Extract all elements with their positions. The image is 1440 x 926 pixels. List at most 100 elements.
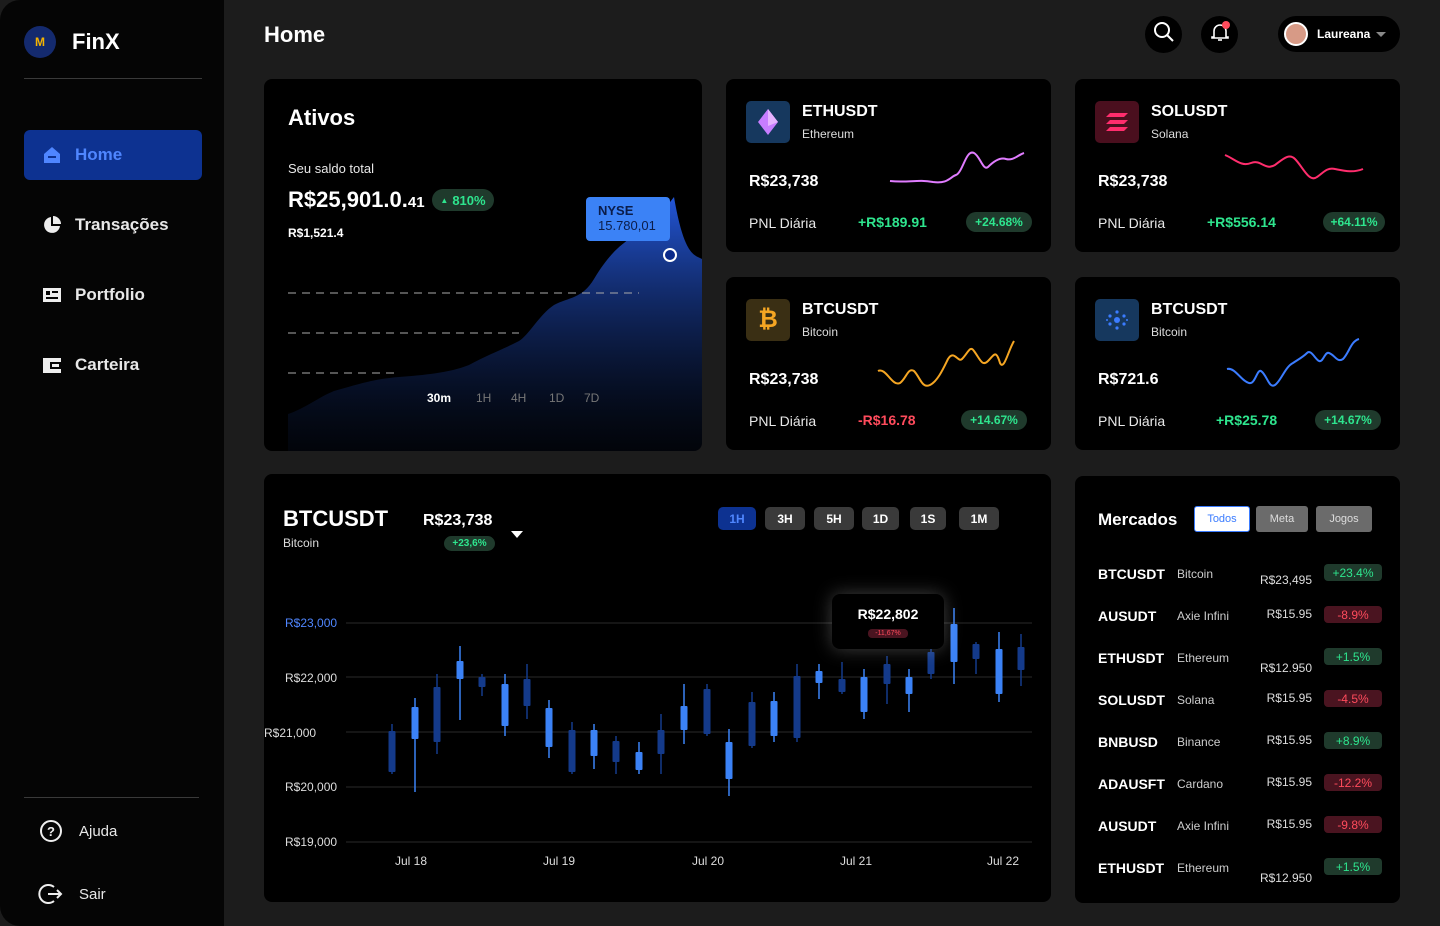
tf-1d[interactable]: 1D	[549, 391, 564, 405]
market-name: Ethereum	[1177, 861, 1230, 875]
coin-price: R$23,738	[1098, 173, 1168, 190]
candle-body	[568, 730, 576, 772]
pnl-value: -R$16.78	[858, 412, 916, 428]
coin-card-ethusdt[interactable]: ETHUSDT Ethereum R$23,738 PNL Diária +R$…	[726, 79, 1051, 252]
candle-body	[927, 652, 935, 674]
market-change: -4.5%	[1324, 690, 1382, 707]
market-row[interactable]: SOLUSDT Solana R$15.95 -4.5%	[1098, 684, 1388, 714]
candle-body	[748, 702, 756, 746]
pnl-label: PNL Diária	[749, 215, 817, 231]
logout-link[interactable]: Sair	[38, 881, 106, 907]
y-tick: R$19,000	[285, 835, 338, 849]
search-icon	[1153, 21, 1175, 48]
help-icon: ?	[38, 818, 64, 844]
candle-body	[883, 664, 891, 684]
filter-meta[interactable]: Meta	[1256, 506, 1308, 532]
market-name: Bitcoin	[1177, 567, 1214, 581]
pnl-label: PNL Diária	[1098, 413, 1166, 429]
pnl-percent: +24.68%	[966, 212, 1032, 232]
market-price: R$12.950	[1259, 661, 1312, 675]
market-row[interactable]: ETHUSDT Ethereum R$12.950 +1.5%	[1098, 852, 1388, 885]
y-tick: R$23,000	[285, 616, 338, 630]
x-tick: Jul 21	[840, 854, 873, 868]
coin-price: R$23,738	[749, 173, 819, 190]
market-price: R$15.95	[1266, 607, 1312, 621]
x-tick: Jul 20	[692, 854, 725, 868]
market-symbol: AUSUDT	[1098, 818, 1157, 834]
coin-name: Bitcoin	[1151, 325, 1188, 339]
y-tick: R$22,000	[285, 671, 338, 685]
market-change: +1.5%	[1324, 858, 1382, 875]
pnl-percent: +64.11%	[1323, 212, 1385, 232]
market-symbol: AUSUDT	[1098, 608, 1157, 624]
market-price: R$12.950	[1259, 871, 1312, 885]
user-menu[interactable]: Laureana	[1278, 16, 1400, 52]
market-price: R$15.95	[1266, 817, 1312, 831]
tf-1h[interactable]: 1H	[476, 391, 491, 405]
coin-card-btcusdt[interactable]: ₿ BTCUSDT Bitcoin R$23,738 PNL Diária -R…	[726, 277, 1051, 450]
candlestick-chart	[346, 608, 1032, 843]
sparkline	[1224, 154, 1364, 180]
candle-body	[793, 676, 801, 738]
logout-icon	[38, 881, 64, 907]
coin-symbol: BTCUSDT	[1151, 301, 1228, 318]
tf-30m[interactable]: 30m	[427, 391, 451, 405]
market-row[interactable]: ETHUSDT Ethereum R$12.950 +1.5%	[1098, 642, 1388, 675]
sidebar-bottom-divider	[24, 797, 199, 798]
market-change: -12.2%	[1324, 774, 1382, 791]
candle-body	[411, 707, 419, 739]
sparkline	[889, 151, 1025, 184]
user-name: Laureana	[1317, 27, 1371, 41]
coin-name: Ethereum	[802, 127, 855, 141]
candle-body	[680, 706, 688, 730]
tf-4h[interactable]: 4H	[511, 391, 526, 405]
candle-body	[905, 677, 913, 694]
notifications-button[interactable]	[1201, 16, 1238, 53]
sidebar-item-home[interactable]: Home	[24, 130, 202, 180]
pnl-percent: +14.67%	[961, 410, 1027, 430]
market-symbol: ETHUSDT	[1098, 650, 1165, 666]
x-tick: Jul 18	[395, 854, 428, 868]
cardano-icon	[1095, 299, 1139, 341]
tooltip-change: -11,67%	[868, 629, 908, 638]
candle-body	[523, 679, 531, 706]
search-button[interactable]	[1145, 16, 1182, 53]
wallet-icon	[42, 355, 62, 375]
pnl-label: PNL Diária	[1098, 215, 1166, 231]
candle-body	[703, 689, 711, 734]
market-row[interactable]: BTCUSDT Bitcoin R$23,495 +23.4%	[1098, 558, 1388, 588]
sidebar-item-carteira[interactable]: Carteira	[24, 340, 202, 390]
help-label: Ajuda	[79, 822, 118, 840]
ativos-card: Ativos Seu saldo total R$25,901.0.41 ▲ 81…	[264, 79, 702, 451]
app-logo[interactable]: M FinX	[24, 26, 120, 58]
market-row[interactable]: ADAUSFT Cardano R$15.95 -12.2%	[1098, 768, 1388, 798]
candle-body	[545, 708, 553, 747]
nyse-tooltip: NYSE 15.780,01	[586, 197, 670, 241]
sidebar-item-transacoes[interactable]: Transações	[24, 200, 202, 250]
sparkline	[1226, 338, 1360, 387]
mercados-title: Mercados	[1098, 510, 1178, 529]
sidebar-item-portfolio[interactable]: Portfolio	[24, 270, 202, 320]
market-row[interactable]: AUSUDT Axie Infini R$15.95 -9.8%	[1098, 810, 1388, 840]
y-tick: R$20,000	[285, 780, 338, 794]
filter-todos[interactable]: Todos	[1194, 506, 1250, 532]
saldo-value: R$25,901.0.41	[288, 187, 425, 213]
help-link[interactable]: ? Ajuda	[38, 818, 117, 844]
market-row[interactable]: AUSUDT Axie Infini R$15.95 -8.9%	[1098, 600, 1388, 630]
market-name: Binance	[1177, 735, 1221, 749]
market-row[interactable]: BNBUSD Binance R$15.95 +8.9%	[1098, 726, 1388, 756]
y-tick: R$21,000	[264, 726, 317, 740]
logo-icon: M	[24, 26, 56, 58]
svg-text:?: ?	[47, 824, 55, 839]
filter-jogos[interactable]: Jogos	[1316, 506, 1372, 532]
candle-tooltip: R$22,802 -11,67%	[832, 594, 944, 649]
tf-7d[interactable]: 7D	[584, 391, 599, 405]
saldo-cents: 41	[407, 194, 425, 211]
sidebar-item-label: Transações	[75, 215, 169, 234]
saldo-label: Seu saldo total	[288, 161, 375, 176]
market-change: -8.9%	[1324, 606, 1382, 623]
market-symbol: SOLUSDT	[1098, 692, 1165, 708]
coin-card-btcusdt-2[interactable]: BTCUSDT Bitcoin R$721.6 PNL Diária +R$25…	[1075, 277, 1400, 450]
coin-card-solusdt[interactable]: SOLUSDT Solana R$23,738 PNL Diária +R$55…	[1075, 79, 1400, 252]
candle-body	[725, 742, 733, 779]
